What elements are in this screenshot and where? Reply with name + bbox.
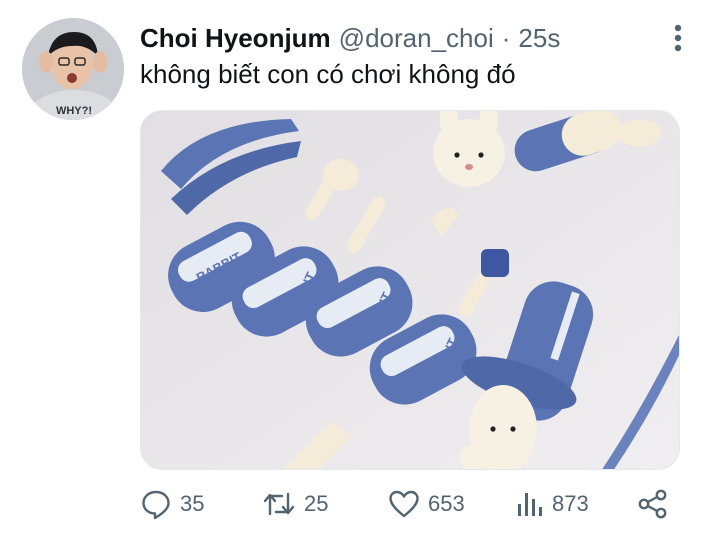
- toy-kit-photo: RABBIT RABBIT RABBIT RABBIT: [141, 111, 679, 469]
- svg-text:WHY?!: WHY?!: [56, 105, 92, 117]
- avatar-image: WHY?!: [22, 18, 124, 120]
- retweet-icon: [263, 492, 295, 516]
- share-icon: [638, 489, 667, 519]
- tweet-actions: 35 25 653 873: [0, 484, 720, 524]
- retweet-button[interactable]: 25: [262, 484, 328, 524]
- more-vertical-icon: [674, 24, 682, 52]
- author-handle[interactable]: @doran_choi: [339, 22, 494, 54]
- views-icon: [518, 493, 542, 516]
- heart-icon: [389, 490, 419, 518]
- tweet-timestamp[interactable]: 25s: [518, 22, 560, 54]
- tweet-photo[interactable]: RABBIT RABBIT RABBIT RABBIT: [140, 110, 680, 470]
- more-options-button[interactable]: [660, 24, 696, 52]
- like-button[interactable]: 653: [388, 484, 465, 524]
- reply-count: 35: [180, 491, 205, 516]
- like-count: 653: [428, 491, 465, 516]
- avatar[interactable]: WHY?!: [22, 18, 124, 120]
- retweet-count: 25: [304, 491, 329, 516]
- author-display-name[interactable]: Choi Hyeonjum: [140, 22, 331, 54]
- tweet-text: không biết con có chơi không đó: [140, 59, 516, 89]
- share-button[interactable]: [636, 484, 670, 524]
- reply-icon: [142, 490, 170, 520]
- views-button[interactable]: 873: [516, 484, 589, 524]
- tweet-header: Choi Hyeonjum @doran_choi · 25s: [140, 22, 560, 54]
- header-separator: ·: [501, 23, 511, 53]
- reply-button[interactable]: 35: [140, 484, 204, 524]
- view-count: 873: [552, 491, 589, 516]
